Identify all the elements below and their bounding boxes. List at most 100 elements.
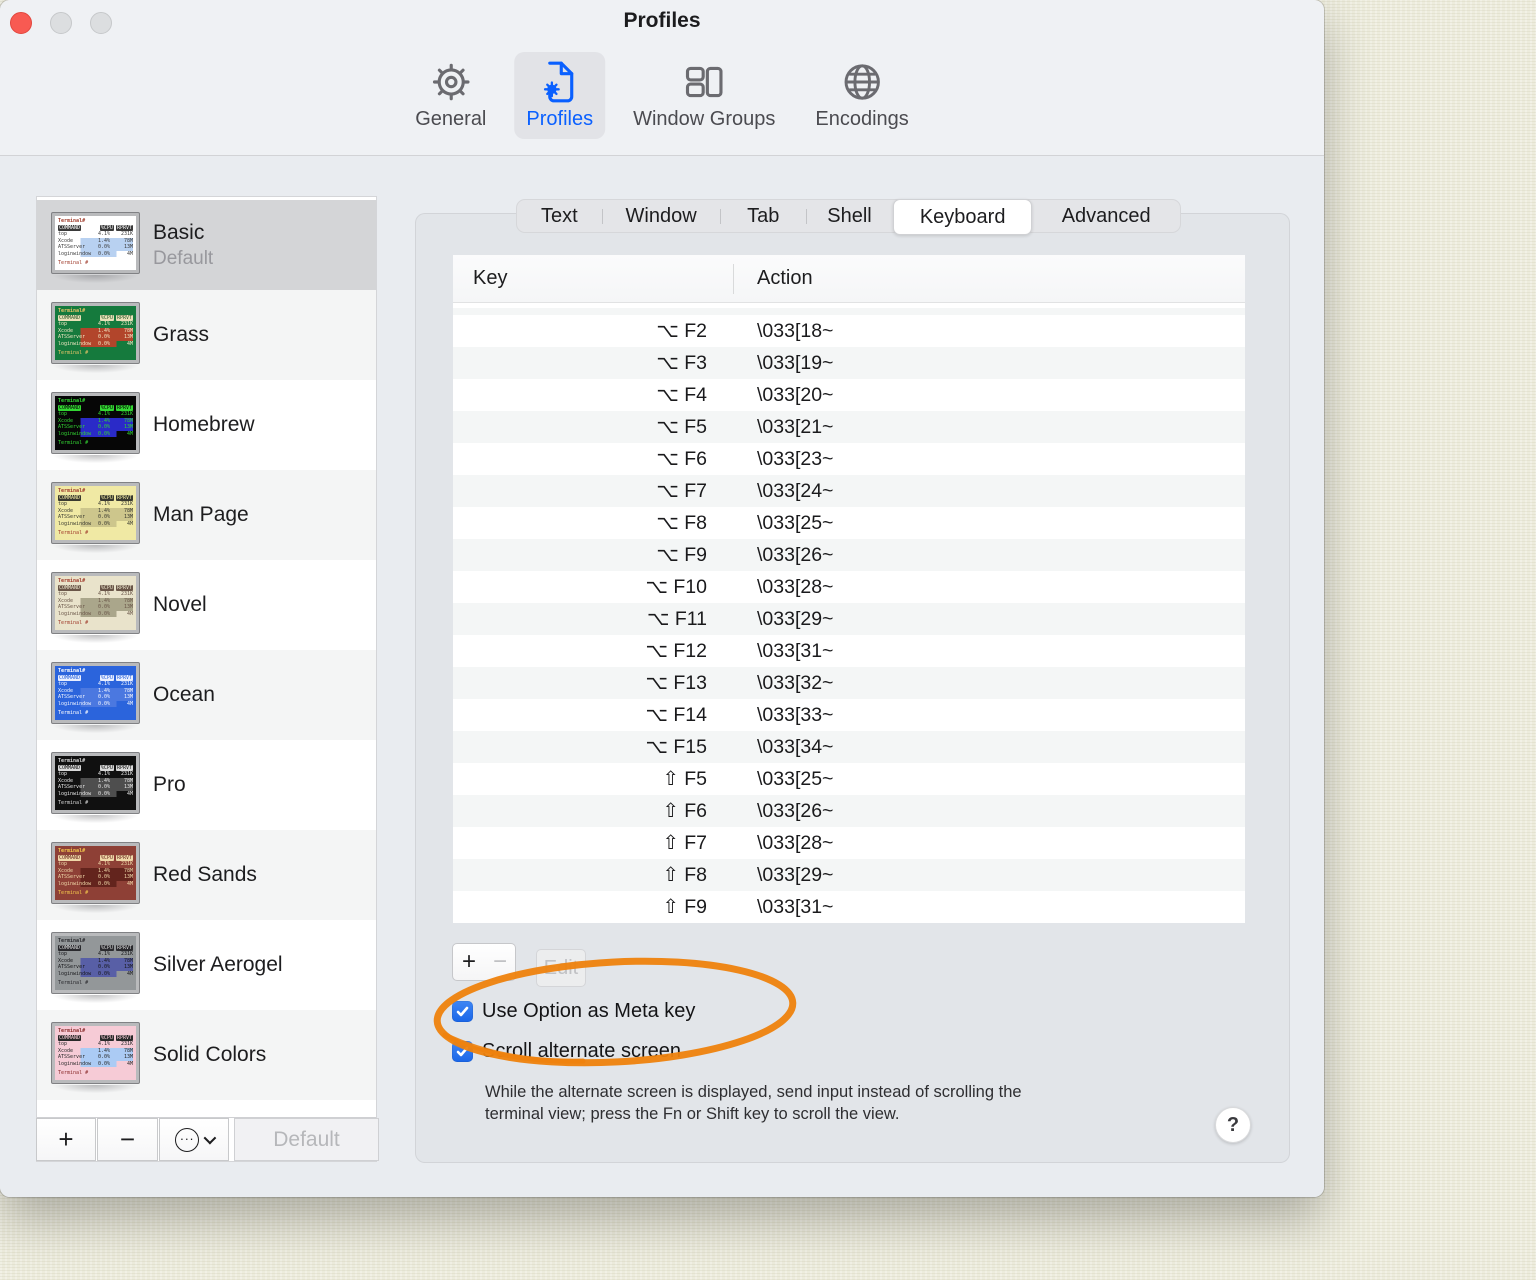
titlebar: Profiles General Profiles Window Groups …	[0, 0, 1324, 156]
process-name: loginwindow	[58, 340, 92, 347]
keymap-row-⌥F4[interactable]: ⌥ F4 \033[20~	[453, 379, 1245, 411]
profile-text: Grass	[153, 323, 209, 347]
thumbnail-line: loginwindow 0.0% 4M	[58, 430, 133, 437]
terminal-preview-content: Terminal# COMMAND %CPU RPRVT top 4.1% 231K Xcod…	[55, 396, 136, 450]
keymap-row-⌥F15[interactable]: ⌥ F15 \033[34~	[453, 731, 1245, 763]
tab-advanced[interactable]: Advanced	[1032, 200, 1180, 232]
keymap-action: \033[32~	[757, 671, 834, 694]
preferences-content: Terminal# COMMAND %CPU RPRVT top 4.1% 231K Xcod…	[0, 157, 1324, 1197]
tab-text[interactable]: Text	[517, 200, 602, 232]
toolbar-item-profiles[interactable]: Profiles	[514, 52, 606, 139]
profile-row-red-sands[interactable]: Terminal# COMMAND %CPU RPRVT top 4.1% 231K Xcod…	[37, 830, 376, 920]
tab-keyboard[interactable]: Keyboard	[892, 199, 1033, 235]
keymap-action: \033[31~	[757, 639, 834, 662]
keymap-action: \033[31~	[757, 895, 834, 918]
keymap-row-⌥F11[interactable]: ⌥ F11 \033[29~	[453, 603, 1245, 635]
keymap-row-⌥F6[interactable]: ⌥ F6 \033[23~	[453, 443, 1245, 475]
thumbnail-line: Terminal #	[58, 980, 89, 986]
profile-row-man-page[interactable]: Terminal# COMMAND %CPU RPRVT top 4.1% 231K Xcod…	[37, 470, 376, 560]
toolbar-item-window-groups[interactable]: Window Groups	[621, 52, 787, 139]
add-key-mapping-button[interactable]: +	[452, 943, 486, 981]
partial-row	[453, 308, 1245, 315]
add-profile-button[interactable]: +	[36, 1118, 96, 1161]
keymap-row-⌥F7[interactable]: ⌥ F7 \033[24~	[453, 475, 1245, 507]
help-text-line-2: terminal view; press the Fn or Shift key…	[485, 1105, 900, 1123]
keymap-row-⌥F8[interactable]: ⌥ F8 \033[25~	[453, 507, 1245, 539]
set-default-profile-button[interactable]: Default	[234, 1118, 379, 1161]
terminal-preview-icon: Terminal# COMMAND %CPU RPRVT top 4.1% 231K Xcod…	[51, 482, 140, 544]
gear-icon	[428, 58, 474, 106]
profile-row-solid-colors[interactable]: Terminal# COMMAND %CPU RPRVT top 4.1% 231K Xcod…	[37, 1010, 376, 1100]
profile-row-ocean[interactable]: Terminal# COMMAND %CPU RPRVT top 4.1% 231K Xcod…	[37, 650, 376, 740]
keymap-row-⌥F3[interactable]: ⌥ F3 \033[19~	[453, 347, 1245, 379]
profile-thumbnail: Terminal# COMMAND %CPU RPRVT top 4.1% 231K Xcod…	[51, 932, 140, 1003]
mem-value: 4M	[126, 250, 133, 257]
profile-thumbnail: Terminal# COMMAND %CPU RPRVT top 4.1% 231K Xcod…	[51, 482, 140, 553]
profile-row-homebrew[interactable]: Terminal# COMMAND %CPU RPRVT top 4.1% 231K Xcod…	[37, 380, 376, 470]
tab-shell[interactable]: Shell	[806, 200, 893, 232]
profile-actions-menu-button[interactable]: ···	[159, 1118, 229, 1161]
column-header-key[interactable]: Key	[453, 267, 507, 290]
terminal-preview-icon: Terminal# COMMAND %CPU RPRVT top 4.1% 231K Xcod…	[51, 302, 140, 364]
terminal-preview-content: Terminal# COMMAND %CPU RPRVT top 4.1% 231K Xcod…	[55, 666, 136, 720]
keymap-row-⌥F9[interactable]: ⌥ F9 \033[26~	[453, 539, 1245, 571]
profile-row-basic[interactable]: Terminal# COMMAND %CPU RPRVT top 4.1% 231K Xcod…	[37, 200, 376, 290]
tab-window[interactable]: Window	[601, 200, 721, 232]
profile-row-pro[interactable]: Terminal# COMMAND %CPU RPRVT top 4.1% 231K Xcod…	[37, 740, 376, 830]
terminal-preview-icon: Terminal# COMMAND %CPU RPRVT top 4.1% 231K Xcod…	[51, 842, 140, 904]
thumbnail-line: loginwindow 0.0% 4M	[58, 700, 133, 707]
profile-list: Terminal# COMMAND %CPU RPRVT top 4.1% 231K Xcod…	[37, 197, 376, 1118]
keymap-row-⌥F14[interactable]: ⌥ F14 \033[33~	[453, 699, 1245, 731]
process-name: loginwindow	[58, 700, 92, 707]
profile-row-grass[interactable]: Terminal# COMMAND %CPU RPRVT top 4.1% 231K Xcod…	[37, 290, 376, 380]
keymap-row-⌥F13[interactable]: ⌥ F13 \033[32~	[453, 667, 1245, 699]
thumbnail-line: loginwindow 0.0% 4M	[58, 970, 133, 977]
keymap-key: ⌥ F8	[656, 512, 707, 534]
profile-name: Solid Colors	[153, 1043, 267, 1066]
process-name: loginwindow	[58, 880, 92, 887]
mem-value: 4M	[126, 520, 133, 527]
table-header[interactable]: Key Action	[453, 255, 1245, 303]
terminal-preview-content: Terminal# COMMAND %CPU RPRVT top 4.1% 231K Xcod…	[55, 936, 136, 990]
tab-tab[interactable]: Tab	[720, 200, 806, 232]
profile-thumbnail: Terminal# COMMAND %CPU RPRVT top 4.1% 231K Xcod…	[51, 572, 140, 643]
toolbar-item-general[interactable]: General	[403, 52, 498, 139]
profile-row-novel[interactable]: Terminal# COMMAND %CPU RPRVT top 4.1% 231K Xcod…	[37, 560, 376, 650]
column-header-action[interactable]: Action	[757, 267, 813, 290]
keymap-row-⌥F5[interactable]: ⌥ F5 \033[21~	[453, 411, 1245, 443]
profile-row-silver-aerogel[interactable]: Terminal# COMMAND %CPU RPRVT top 4.1% 231K Xcod…	[37, 920, 376, 1010]
terminal-preview-content: Terminal# COMMAND %CPU RPRVT top 4.1% 231K Xcod…	[55, 306, 136, 360]
keymap-row-⌥F2[interactable]: ⌥ F2 \033[18~	[453, 315, 1245, 347]
keymap-row-⇧F6[interactable]: ⇧ F6 \033[26~	[453, 795, 1245, 827]
process-name: loginwindow	[58, 970, 92, 977]
help-button[interactable]: ?	[1215, 1107, 1251, 1143]
preferences-toolbar: General Profiles Window Groups Encodings	[403, 52, 921, 139]
thumbnail-reflection	[53, 455, 138, 463]
thumbnail-reflection	[53, 1085, 138, 1093]
profile-subtitle: Default	[153, 247, 214, 269]
profile-text: Pro	[153, 773, 186, 797]
cpu-value: 0.0%	[97, 430, 110, 437]
edit-key-mapping-button[interactable]: Edit	[536, 949, 586, 987]
profile-text: Silver Aerogel	[153, 953, 283, 977]
toolbar-item-encodings[interactable]: Encodings	[803, 52, 920, 139]
remove-key-mapping-button[interactable]: −	[485, 943, 516, 981]
thumbnail-line: Terminal #	[58, 530, 89, 536]
keymap-key: ⌥ F5	[656, 416, 707, 438]
keymap-row-⇧F8[interactable]: ⇧ F8 \033[29~	[453, 859, 1245, 891]
profiles-sidebar: Terminal# COMMAND %CPU RPRVT top 4.1% 231K Xcod…	[36, 196, 379, 1162]
mem-value: 4M	[126, 340, 133, 347]
remove-profile-button[interactable]: −	[97, 1118, 158, 1161]
mem-value: 4M	[126, 700, 133, 707]
profile-name: Homebrew	[153, 413, 255, 436]
keymap-row-⇧F5[interactable]: ⇧ F5 \033[25~	[453, 763, 1245, 795]
profile-thumbnail: Terminal# COMMAND %CPU RPRVT top 4.1% 231K Xcod…	[51, 1022, 140, 1093]
thumbnail-reflection	[53, 545, 138, 553]
use-option-as-meta-checkbox[interactable]	[452, 1001, 473, 1022]
scroll-alternate-screen-checkbox[interactable]	[452, 1041, 473, 1062]
thumbnail-reflection	[53, 995, 138, 1003]
keymap-row-⌥F12[interactable]: ⌥ F12 \033[31~	[453, 635, 1245, 667]
keymap-row-⇧F9[interactable]: ⇧ F9 \033[31~	[453, 891, 1245, 923]
keymap-row-⇧F7[interactable]: ⇧ F7 \033[28~	[453, 827, 1245, 859]
keymap-row-⌥F10[interactable]: ⌥ F10 \033[28~	[453, 571, 1245, 603]
